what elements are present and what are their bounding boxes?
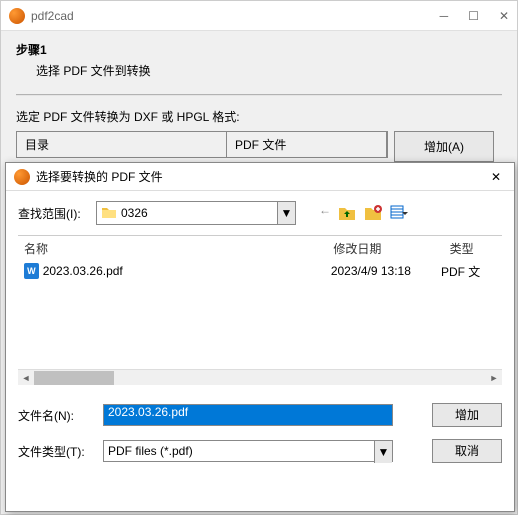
folder-icon <box>101 205 117 221</box>
horizontal-scrollbar[interactable]: ◄ ► <box>18 369 502 385</box>
maximize-button[interactable]: ☐ <box>468 9 479 23</box>
file-row[interactable]: W 2023.03.26.pdf 2023/4/9 13:18 PDF 文 <box>18 260 502 282</box>
folder-select[interactable]: 0326 ▼ <box>96 201 296 225</box>
instruction-text: 选定 PDF 文件转换为 DXF 或 HPGL 格式: <box>16 108 502 125</box>
new-folder-icon[interactable] <box>363 203 383 223</box>
add-button[interactable]: 增加(A) <box>394 131 494 162</box>
file-date: 2023/4/9 13:18 <box>331 264 441 278</box>
step-description: 选择 PDF 文件到转换 <box>36 62 502 79</box>
filename-input[interactable]: 2023.03.26.pdf <box>103 404 393 426</box>
dialog-titlebar: 选择要转换的 PDF 文件 ✕ <box>6 163 514 191</box>
dialog-add-button[interactable]: 增加 <box>432 403 502 427</box>
up-folder-icon[interactable] <box>337 203 357 223</box>
app-icon <box>9 8 25 24</box>
dialog-cancel-button[interactable]: 取消 <box>432 439 502 463</box>
file-list-header: 名称 修改日期 类型 <box>18 236 502 260</box>
header-name[interactable]: 名称 <box>18 236 327 261</box>
folder-name: 0326 <box>121 206 148 220</box>
column-directory: 目录 <box>17 132 227 157</box>
app-title: pdf2cad <box>31 9 440 23</box>
step-title: 步骤1 <box>16 41 502 58</box>
pdf-file-icon: W <box>24 263 39 279</box>
column-pdf-file: PDF 文件 <box>227 132 387 157</box>
back-arrow-icon[interactable]: ← <box>319 203 331 223</box>
close-button[interactable]: ✕ <box>499 9 509 23</box>
file-table-header: 目录 PDF 文件 <box>16 131 388 158</box>
main-content: 步骤1 选择 PDF 文件到转换 选定 PDF 文件转换为 DXF 或 HPGL… <box>1 31 517 172</box>
file-list: 名称 修改日期 类型 W 2023.03.26.pdf 2023/4/9 13:… <box>18 235 502 385</box>
main-titlebar: pdf2cad ─ ☐ ✕ <box>1 1 517 31</box>
divider <box>16 94 502 96</box>
filetype-dropdown-icon[interactable]: ▼ <box>374 441 392 463</box>
file-type: PDF 文 <box>441 263 496 280</box>
lookup-label: 查找范围(I): <box>18 205 88 222</box>
file-name: 2023.03.26.pdf <box>43 264 331 278</box>
filetype-value: PDF files (*.pdf) <box>108 444 193 458</box>
dialog-icon <box>14 169 30 185</box>
header-type[interactable]: 类型 <box>444 236 502 261</box>
view-menu-icon[interactable] <box>389 203 409 223</box>
scroll-right-icon[interactable]: ► <box>486 370 502 385</box>
dropdown-arrow-icon[interactable]: ▼ <box>277 202 295 224</box>
file-open-dialog: 选择要转换的 PDF 文件 ✕ 查找范围(I): 0326 ▼ ← 名称 修改日… <box>5 162 515 512</box>
filename-label: 文件名(N): <box>18 407 93 424</box>
filetype-label: 文件类型(T): <box>18 443 93 460</box>
filetype-select[interactable]: PDF files (*.pdf) ▼ <box>103 440 393 462</box>
scroll-left-icon[interactable]: ◄ <box>18 370 34 385</box>
dialog-title: 选择要转换的 PDF 文件 <box>36 168 486 185</box>
minimize-button[interactable]: ─ <box>440 9 449 23</box>
dialog-close-button[interactable]: ✕ <box>486 170 506 184</box>
header-date[interactable]: 修改日期 <box>327 236 443 261</box>
scroll-thumb[interactable] <box>34 371 114 385</box>
